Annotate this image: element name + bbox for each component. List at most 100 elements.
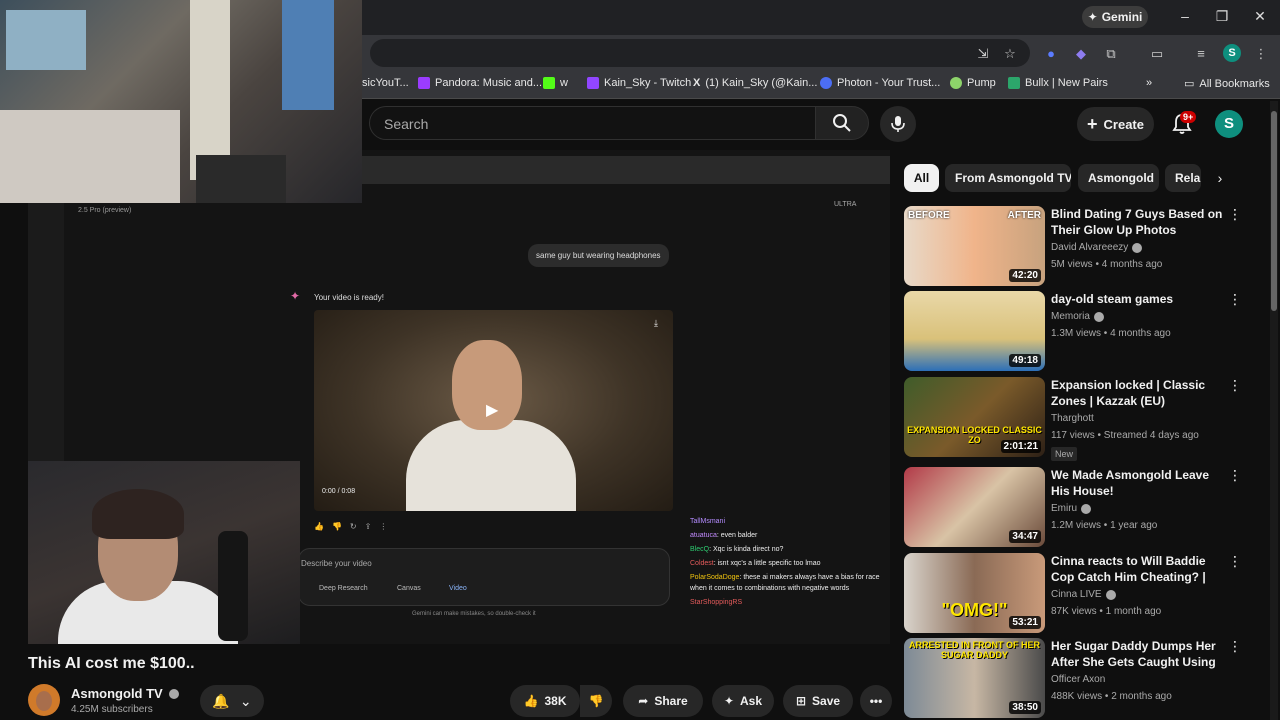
recommendation-item[interactable]: 49:18 day-old steam games Memoria 1.3M v… xyxy=(904,291,1244,371)
more-actions-button[interactable]: ••• xyxy=(860,685,892,717)
recommendation-item[interactable]: "OMG!" 53:21 Cinna reacts to Will Baddie… xyxy=(904,553,1244,633)
chip-related[interactable]: Rela xyxy=(1165,164,1201,192)
recommendation-title[interactable]: Expansion locked | Classic Zones | Kazza… xyxy=(1051,377,1223,409)
video-thumbnail[interactable]: EXPANSION LOCKED CLASSIC ZO 2:01:21 xyxy=(904,377,1045,457)
bookmark-item[interactable]: Pump xyxy=(950,77,996,89)
channel-avatar[interactable] xyxy=(28,684,60,716)
door xyxy=(190,0,230,180)
menu-icon[interactable]: ⋮ xyxy=(1252,45,1270,63)
recommendation-item[interactable]: 34:47 We Made Asmongold Leave His House!… xyxy=(904,467,1244,547)
recommendation-item[interactable]: BEFORE AFTER 42:20 Blind Dating 7 Guys B… xyxy=(904,206,1244,286)
more-icon: ••• xyxy=(869,694,883,708)
extension-icon[interactable]: ◆ xyxy=(1072,45,1090,63)
more-options-icon[interactable]: ⋮ xyxy=(1228,291,1242,308)
video-thumbnail[interactable]: ARRESTED IN FRONT OF HER SUGAR DADDY 38:… xyxy=(904,638,1045,718)
video-thumbnail[interactable]: 49:18 xyxy=(904,291,1045,371)
bookmark-label: Kain_Sky - Twitch xyxy=(604,77,692,89)
media-icon[interactable]: ≡ xyxy=(1192,45,1210,63)
recommendation-channel[interactable]: Emiru xyxy=(1051,503,1092,514)
tool-deep-research: Deep Research xyxy=(319,585,368,592)
search-button[interactable] xyxy=(815,106,869,140)
gemini-user-prompt: same guy but wearing headphones xyxy=(528,244,669,267)
chip-all[interactable]: All xyxy=(904,164,939,192)
recommendation-channel-label: David Alvareeezy xyxy=(1051,242,1129,253)
all-bookmarks[interactable]: ▭ All Bookmarks xyxy=(1184,77,1270,91)
folder-icon: ▭ xyxy=(1184,78,1195,90)
extensions-puzzle-icon[interactable]: ⧉ xyxy=(1102,45,1120,63)
minimize-icon[interactable]: – xyxy=(1175,8,1195,24)
voice-search-button[interactable] xyxy=(880,106,916,142)
bookmark-item[interactable]: Kain_Sky - Twitch xyxy=(587,77,691,89)
more-options-icon[interactable]: ⋮ xyxy=(1228,206,1242,223)
bookmark-item[interactable]: w xyxy=(543,77,568,89)
save-button[interactable]: ⊞ Save xyxy=(783,685,853,717)
recommendation-channel[interactable]: David Alvareeezy xyxy=(1051,242,1143,253)
video-thumbnail[interactable]: 34:47 xyxy=(904,467,1045,547)
thumbs-up-icon: 👍 xyxy=(523,694,539,708)
like-count: 38K xyxy=(544,694,567,708)
bookmark-item[interactable]: Bullx | New Pairs xyxy=(1008,77,1108,89)
bookmark-star-icon[interactable]: ☆ xyxy=(1001,45,1019,63)
bookmarks-overflow-icon[interactable]: » xyxy=(1146,77,1152,89)
url-omnibox[interactable] xyxy=(370,39,1030,67)
recommendation-meta: 1.2M views • 1 year ago xyxy=(1051,520,1158,531)
video-thumbnail[interactable]: BEFORE AFTER 42:20 xyxy=(904,206,1045,286)
recommendation-title[interactable]: We Made Asmongold Leave His House! xyxy=(1051,467,1223,499)
recommendation-title[interactable]: Blind Dating 7 Guys Based on Their Glow … xyxy=(1051,206,1223,238)
share-label: Share xyxy=(654,694,688,708)
like-button[interactable]: 👍 38K xyxy=(510,685,580,717)
bookmark-item[interactable]: X (1) Kain_Sky (@Kain... xyxy=(693,77,817,89)
generated-video-time: 0:00 / 0:08 xyxy=(322,488,356,495)
dislike-button[interactable]: 👎 xyxy=(580,685,612,717)
ask-button[interactable]: ✦ Ask xyxy=(712,685,774,717)
bookmark-item[interactable]: sicYouT... xyxy=(362,77,409,89)
more-options-icon[interactable]: ⋮ xyxy=(1228,377,1242,394)
recommendation-channel[interactable]: Tharghott xyxy=(1051,413,1094,424)
chat-message: TallMsmani xyxy=(690,516,890,527)
channel-name[interactable]: Asmongold TV xyxy=(71,686,179,701)
chat-text: even balder xyxy=(720,532,758,539)
chat-message: StarShoppingRS xyxy=(690,597,890,608)
chevron-right-icon[interactable]: › xyxy=(1208,166,1232,190)
recommendation-title[interactable]: day-old steam games xyxy=(1051,291,1223,307)
chip-from-asmongold-tv[interactable]: From Asmongold TV xyxy=(945,164,1071,192)
recommendation-channel[interactable]: Cinna LIVE xyxy=(1051,589,1116,600)
install-icon[interactable]: ⇲ xyxy=(974,45,992,63)
bookmark-item[interactable]: Photon - Your Trust... xyxy=(820,77,940,89)
search-input[interactable]: Search xyxy=(369,106,815,140)
video-thumbnail[interactable]: "OMG!" 53:21 xyxy=(904,553,1045,633)
tab-search-icon[interactable]: ▭ xyxy=(1148,45,1166,63)
subscription-notifications-button[interactable]: 🔔 ⌄ xyxy=(200,685,264,717)
recommendation-channel[interactable]: Memoria xyxy=(1051,311,1104,322)
extension-icon[interactable]: ● xyxy=(1042,45,1060,63)
recommendation-item[interactable]: EXPANSION LOCKED CLASSIC ZO 2:01:21 Expa… xyxy=(904,377,1244,461)
share-button[interactable]: ➦ Share xyxy=(623,685,703,717)
recommendation-meta: 5M views • 4 months ago xyxy=(1051,259,1163,270)
recommendation-channel-label: Tharghott xyxy=(1051,413,1094,424)
create-button[interactable]: + Create xyxy=(1077,107,1154,141)
scrollbar-thumb[interactable] xyxy=(1271,111,1277,311)
recommendation-channel[interactable]: Officer Axon xyxy=(1051,674,1105,685)
chip-asmongold[interactable]: Asmongold xyxy=(1078,164,1159,192)
person-shirt xyxy=(406,420,576,511)
more-options-icon[interactable]: ⋮ xyxy=(1228,467,1242,484)
bookmark-item[interactable]: Pandora: Music and... xyxy=(418,77,542,89)
save-icon: ⊞ xyxy=(795,694,807,708)
recommendation-title[interactable]: Cinna reacts to Will Baddie Cop Catch Hi… xyxy=(1051,553,1223,585)
recommendation-channel-label: Emiru xyxy=(1051,503,1078,514)
recommendation-item[interactable]: ARRESTED IN FRONT OF HER SUGAR DADDY 38:… xyxy=(904,638,1244,718)
more-options-icon[interactable]: ⋮ xyxy=(1228,553,1242,570)
recommendation-title[interactable]: Her Sugar Daddy Dumps Her After She Gets… xyxy=(1051,638,1223,670)
account-avatar[interactable]: S xyxy=(1215,110,1243,138)
close-icon[interactable]: ✕ xyxy=(1250,8,1270,25)
page-scrollbar[interactable] xyxy=(1270,101,1278,720)
restore-icon[interactable]: ❐ xyxy=(1212,8,1232,25)
gemini-feedback-icons: 👍👎↻⇪⋮ xyxy=(314,522,396,531)
chat-username: StarShoppingRS xyxy=(690,599,743,606)
video-player[interactable]: 2.5 Pro (preview) ULTRA same guy but wea… xyxy=(28,150,890,644)
thumbnail-text: ARRESTED IN FRONT OF HER SUGAR DADDY xyxy=(908,640,1040,660)
sparkle-icon: ✦ xyxy=(723,694,735,708)
gemini-button[interactable]: ✦ Gemini xyxy=(1082,6,1148,28)
more-options-icon[interactable]: ⋮ xyxy=(1228,638,1242,655)
profile-avatar[interactable]: S xyxy=(1223,44,1241,62)
